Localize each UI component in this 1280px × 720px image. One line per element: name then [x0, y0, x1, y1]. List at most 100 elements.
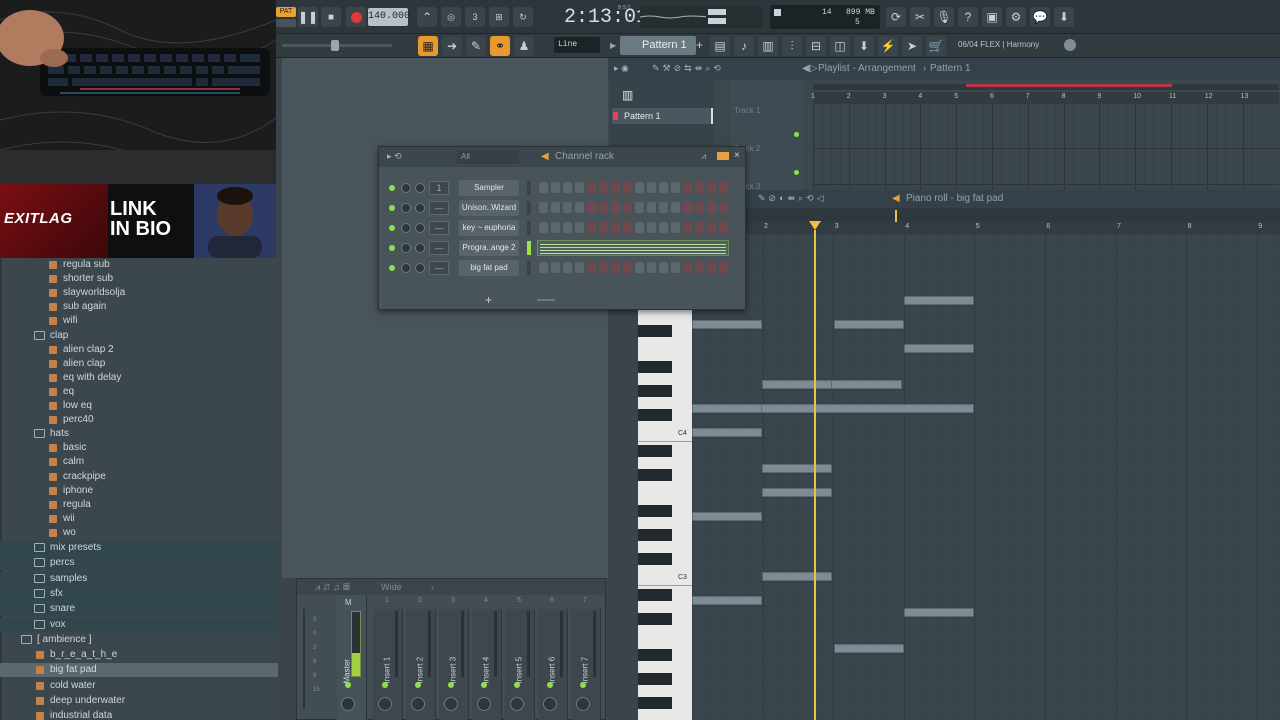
channel-name-button[interactable]: Progra..ange 2 — [459, 240, 519, 256]
browser-file[interactable]: cold water — [0, 679, 278, 693]
midi-note[interactable] — [692, 428, 762, 437]
step-button[interactable] — [707, 222, 716, 233]
channel-mixer-track[interactable]: — — [429, 221, 449, 235]
midi-note[interactable] — [762, 380, 832, 389]
channel-volume-knob[interactable] — [415, 263, 425, 273]
plug-icon[interactable]: ➤ — [902, 36, 922, 56]
step-button[interactable] — [671, 262, 680, 273]
step-button[interactable] — [575, 222, 584, 233]
browser-file[interactable]: slayworldsolja — [0, 286, 278, 300]
step-button[interactable] — [647, 202, 656, 213]
insert-pan-knob[interactable] — [576, 697, 590, 711]
step-edit-icon[interactable]: ⊞ — [489, 7, 509, 27]
mixer-preset-arrow-icon[interactable]: › — [431, 582, 434, 592]
black-key[interactable] — [638, 589, 672, 601]
step-button[interactable] — [611, 222, 620, 233]
step-sequencer-icon[interactable] — [717, 152, 729, 160]
channel-piano-roll-preview[interactable] — [537, 240, 729, 256]
step-button[interactable] — [695, 182, 704, 193]
insert-pan-knob[interactable] — [477, 697, 491, 711]
step-button[interactable] — [539, 202, 548, 213]
step-button[interactable] — [551, 182, 560, 193]
playlist-grid[interactable] — [813, 104, 1279, 194]
help-icon[interactable]: ? — [958, 7, 978, 27]
black-key[interactable] — [638, 613, 672, 625]
browser-folder[interactable]: hats — [0, 427, 278, 441]
black-key[interactable] — [638, 385, 672, 397]
browser-file[interactable]: big fat pad — [0, 663, 278, 678]
graph-editor-icon[interactable]: ⩘ — [701, 151, 706, 162]
browser-folder[interactable]: [ ambience ] — [0, 633, 278, 647]
track-name[interactable]: Track 1 — [734, 106, 760, 115]
midi-note[interactable] — [834, 644, 904, 653]
record-button[interactable] — [346, 7, 366, 27]
step-button[interactable] — [611, 202, 620, 213]
channel-mixer-track[interactable]: — — [429, 201, 449, 215]
loop-marker[interactable] — [966, 84, 1172, 87]
midi-note[interactable] — [692, 320, 762, 329]
playlist-ruler[interactable]: 1 2 3 4 5 6 7 8 9 10 11 12 13 — [811, 92, 1279, 104]
step-button[interactable] — [647, 222, 656, 233]
step-button[interactable] — [575, 262, 584, 273]
midi-note[interactable] — [762, 488, 832, 497]
step-button[interactable] — [587, 262, 596, 273]
download-icon[interactable]: ⬇ — [1054, 7, 1074, 27]
browser-folder[interactable]: clap — [0, 329, 278, 343]
channel-volume-knob[interactable] — [415, 203, 425, 213]
black-key[interactable] — [638, 697, 672, 709]
insert-pan-knob[interactable] — [444, 697, 458, 711]
browser-file[interactable]: eq — [0, 385, 278, 399]
black-key[interactable] — [638, 469, 672, 481]
step-button[interactable] — [659, 182, 668, 193]
midi-note[interactable] — [762, 464, 832, 473]
step-button[interactable] — [611, 262, 620, 273]
step-button[interactable] — [563, 182, 572, 193]
insert-pan-knob[interactable] — [378, 697, 392, 711]
step-button[interactable] — [707, 262, 716, 273]
browser-file[interactable]: regula — [0, 498, 278, 512]
chat-icon[interactable]: 💬 — [1030, 7, 1050, 27]
channel-mixer-track[interactable]: — — [429, 261, 449, 275]
song-mode-button[interactable] — [276, 19, 296, 27]
insert-enable-led[interactable] — [481, 682, 487, 688]
stamp-icon[interactable]: ♟ — [514, 36, 534, 56]
master-pan-knob[interactable] — [341, 697, 355, 711]
browser-folder[interactable]: snare — [0, 602, 278, 617]
step-button[interactable] — [563, 222, 572, 233]
insert-enable-led[interactable] — [448, 682, 454, 688]
black-key[interactable] — [638, 325, 672, 337]
midi-note[interactable] — [834, 320, 904, 329]
step-button[interactable] — [671, 202, 680, 213]
step-button[interactable] — [575, 182, 584, 193]
close-icon[interactable]: × — [734, 150, 740, 161]
black-key[interactable] — [638, 553, 672, 565]
browser-folder[interactable]: sfx — [0, 586, 278, 601]
step-button[interactable] — [719, 182, 728, 193]
play-button[interactable]: ❚❚ — [298, 7, 318, 27]
channel-name-button[interactable]: Unison..Wizard — [459, 200, 519, 216]
browser-file[interactable]: regula sub — [0, 258, 278, 272]
black-key[interactable] — [638, 505, 672, 517]
step-button[interactable] — [719, 262, 728, 273]
insert-pan-knob[interactable] — [543, 697, 557, 711]
step-button[interactable] — [587, 182, 596, 193]
pat-song-toggle[interactable]: PAT — [276, 7, 296, 17]
step-button[interactable] — [563, 262, 572, 273]
channel-volume-knob[interactable] — [415, 223, 425, 233]
step-button[interactable] — [635, 202, 644, 213]
touch-keyboard-icon[interactable]: ⬇ — [854, 36, 874, 56]
midi-note[interactable] — [692, 512, 762, 521]
channel-volume-knob[interactable] — [415, 243, 425, 253]
pattern-item[interactable]: Pattern 1 — [612, 108, 712, 124]
playlist-tools-icons[interactable]: ✎⚒⊘⇆⇼⌕⟲ — [652, 63, 724, 74]
step-button[interactable] — [587, 202, 596, 213]
channel-select-indicator[interactable] — [527, 201, 531, 215]
undo-history-icon[interactable]: ⟳ — [886, 7, 906, 27]
step-button[interactable] — [599, 182, 608, 193]
piano-roll-ruler[interactable]: 2 3 4 5 6 7 8 9 — [690, 222, 1280, 234]
channel-mute-led[interactable] — [389, 265, 395, 271]
browser-file[interactable]: basic — [0, 441, 278, 455]
midi-note[interactable] — [904, 608, 974, 617]
step-button[interactable] — [695, 222, 704, 233]
browser-file[interactable]: crackpipe — [0, 470, 278, 484]
